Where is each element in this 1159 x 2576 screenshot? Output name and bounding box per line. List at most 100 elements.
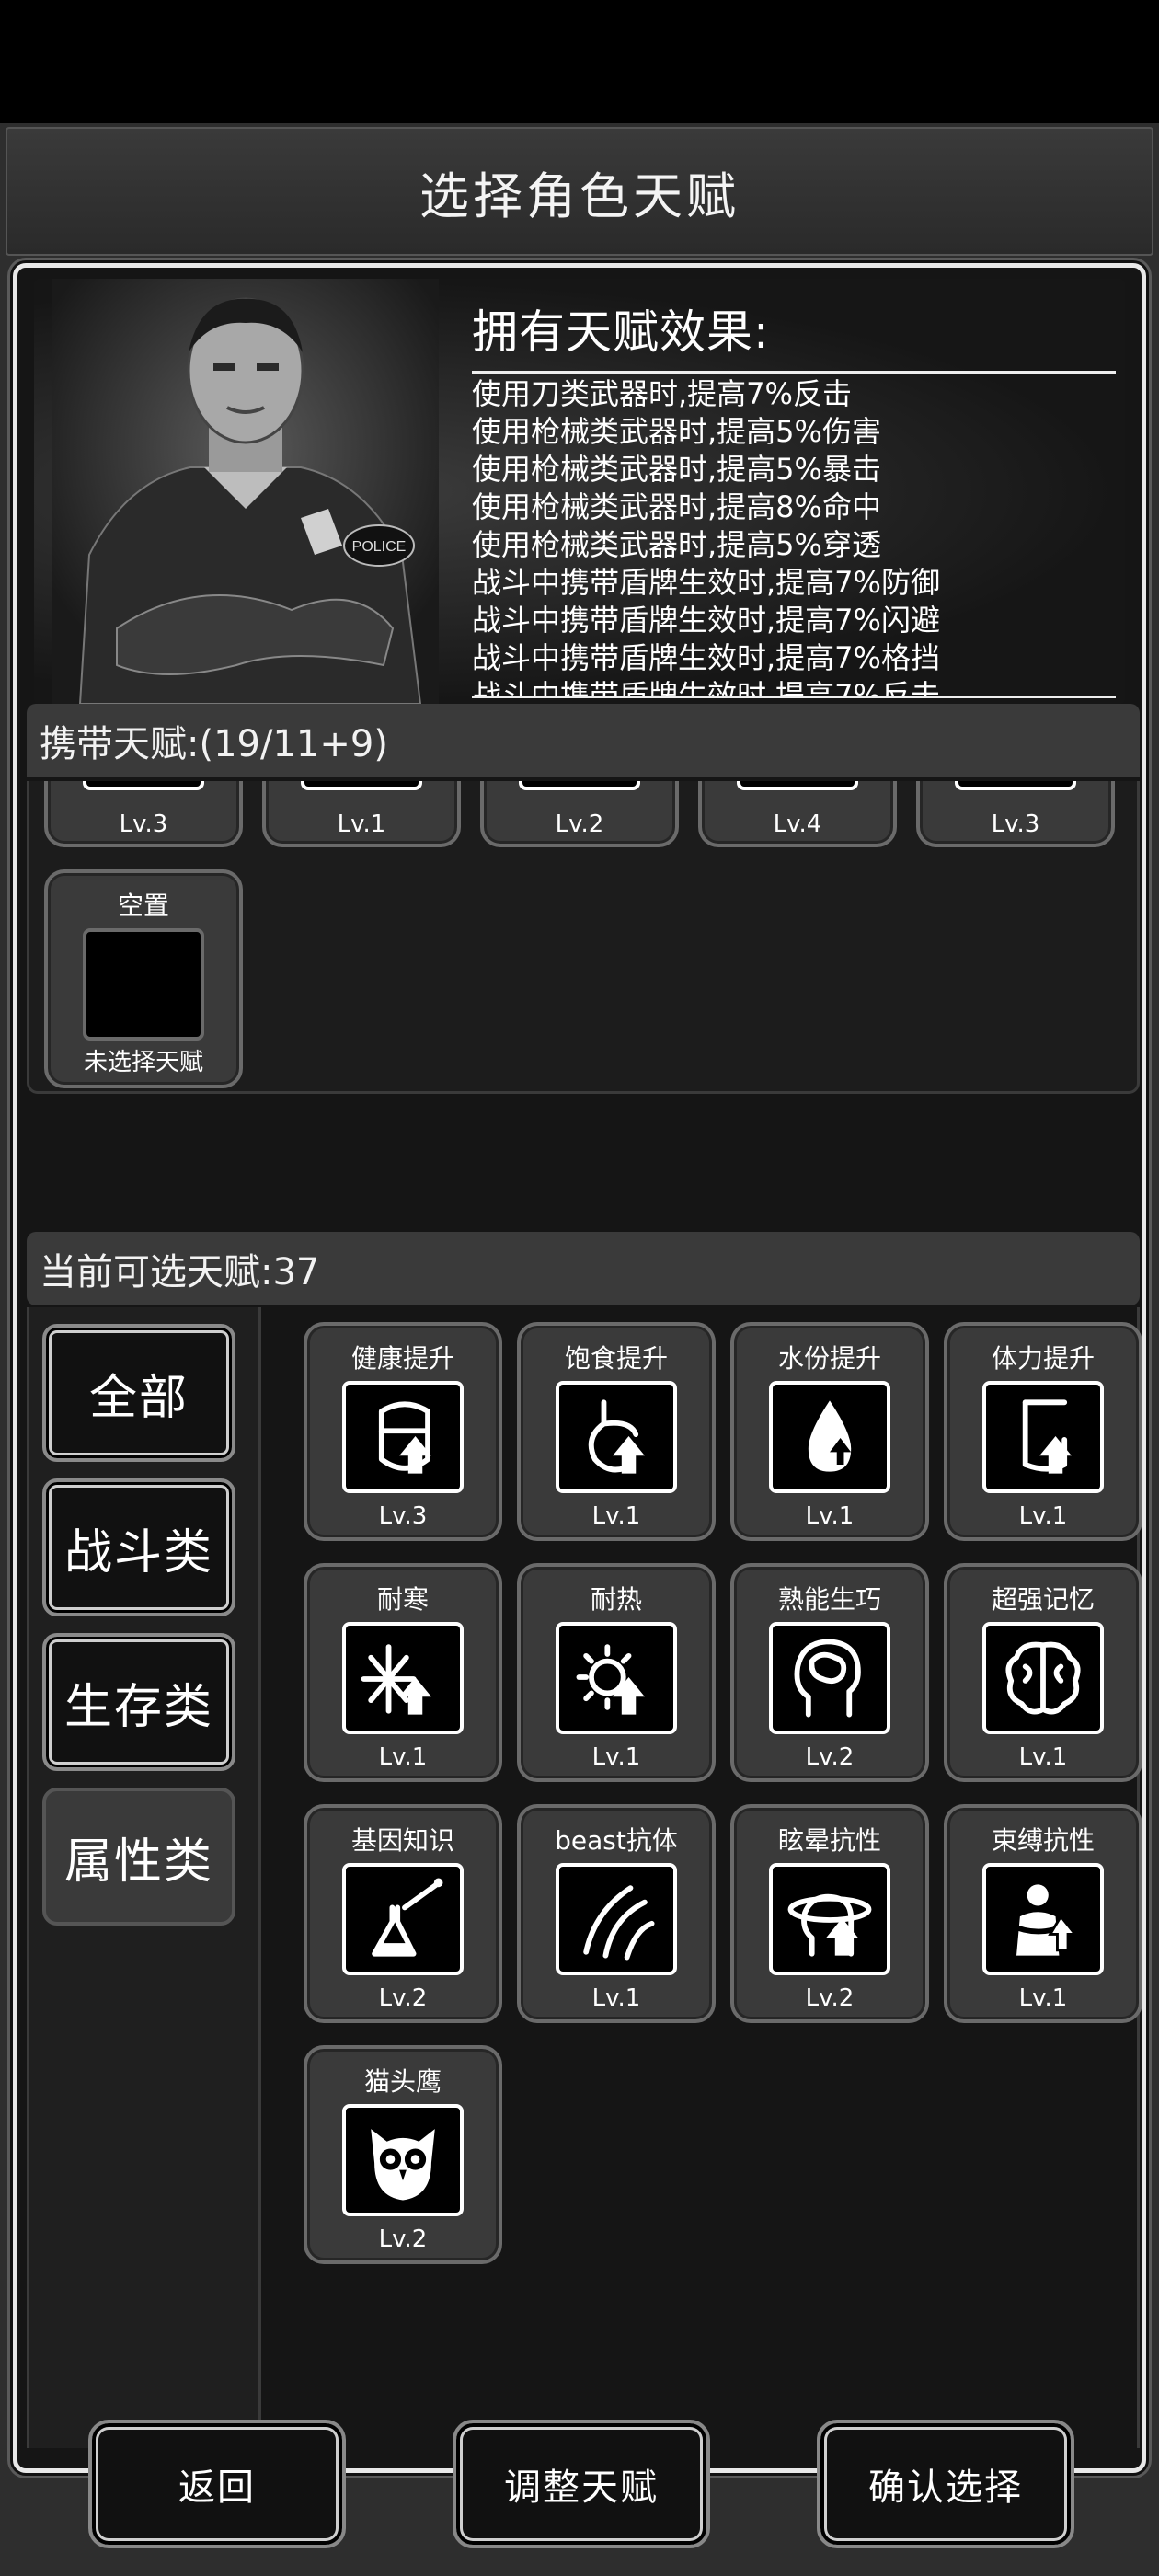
carried-talent-card[interactable]: Lv.3 [916, 781, 1115, 847]
talent-icon [519, 781, 640, 790]
talent-name: 束缚抗性 [991, 1825, 1095, 1856]
carried-talent-card[interactable]: Lv.3 [44, 781, 243, 847]
status-bar [0, 0, 1159, 123]
talent-name: 眩晕抗性 [777, 1825, 881, 1856]
talent-card[interactable]: 水份提升 Lv.1 [730, 1322, 929, 1541]
category-tab[interactable]: 战斗类 [42, 1478, 235, 1616]
category-tab-label: 全部 [88, 1370, 189, 1426]
talent-card[interactable]: 超强记忆 Lv.1 [944, 1563, 1142, 1782]
talent-level: Lv.4 [773, 811, 822, 838]
carried-talents-list[interactable]: 空置 未选择天赋 Lv.3 Lv.1 Lv.2 Lv.4 Lv.3 [27, 781, 1140, 1094]
category-tab[interactable]: 全部 [42, 1324, 235, 1462]
talent-card[interactable]: 束缚抗性 Lv.1 [944, 1804, 1142, 2023]
confirm-button[interactable]: 确认选择 [817, 2420, 1074, 2548]
talent-level: Lv.1 [337, 811, 386, 838]
talent-card[interactable]: 健康提升 Lv.3 [304, 1322, 502, 1541]
talent-card[interactable]: 耐寒 Lv.1 [304, 1563, 502, 1782]
effect-line: 战斗中携带盾牌生效时,提高7%反击 [472, 678, 940, 696]
effect-line: 使用枪械类武器时,提高5%穿透 [472, 527, 881, 562]
talent-card[interactable]: 眩晕抗性 Lv.2 [730, 1804, 929, 2023]
back-button[interactable]: 返回 [88, 2420, 346, 2548]
talent-grid[interactable]: 健康提升 Lv.3 饱食提升 Lv.1 水份提升 Lv.1 体力提升 Lv.1 耐寒 Lv.1 耐热… [270, 1307, 1142, 2448]
talent-card[interactable]: beast抗体 Lv.1 [517, 1804, 716, 2023]
adjust-button-label: 调整天赋 [504, 2467, 659, 2509]
talent-level: Lv.1 [1018, 1502, 1068, 1530]
empty-slot-label: 未选择天赋 [83, 1049, 203, 1076]
page-title: 选择角色天赋 [419, 167, 740, 225]
category-tab[interactable]: 属性类 [42, 1788, 235, 1926]
available-header: 当前可选天赋:37 [27, 1232, 1140, 1305]
talent-name: 耐寒 [376, 1584, 429, 1615]
effects-panel: 拥有天赋效果: 使用刀类武器时,提高7%反击 使用枪械类武器时,提高5%伤害 使用枪… [472, 295, 1116, 698]
talent-icon [737, 781, 858, 790]
heat-resist-icon [556, 1622, 677, 1734]
bottom-bar: 返回 调整天赋 确认选择 [0, 2420, 1159, 2576]
dizzy-icon [769, 1863, 890, 1975]
talent-name: 水份提升 [777, 1343, 881, 1374]
talent-card[interactable]: 体力提升 Lv.1 [944, 1322, 1142, 1541]
available-header-label: 当前可选天赋:37 [40, 1251, 320, 1294]
brain-head-icon [769, 1622, 890, 1734]
talent-level: Lv.2 [378, 2225, 428, 2253]
talent-name: beast抗体 [555, 1825, 678, 1856]
talent-name: 熟能生巧 [777, 1584, 881, 1615]
talent-level: Lv.2 [805, 1984, 855, 2012]
talent-level: Lv.1 [1018, 1984, 1068, 2012]
effects-list[interactable]: 使用刀类武器时,提高7%反击 使用枪械类武器时,提高5%伤害 使用枪械类武器时,提高… [472, 371, 1116, 698]
talent-level: Lv.3 [378, 1502, 428, 1530]
talent-level: Lv.3 [119, 811, 168, 838]
talent-icon [83, 781, 204, 790]
effects-heading: 拥有天赋效果: [472, 305, 770, 359]
carried-talent-card[interactable]: Lv.2 [480, 781, 679, 847]
effect-line: 使用枪械类武器时,提高8%命中 [472, 489, 881, 524]
talent-level: Lv.2 [805, 1743, 855, 1771]
stomach-up-icon [556, 1381, 677, 1493]
empty-talent-slot[interactable]: 空置 未选择天赋 [44, 869, 243, 1088]
adjust-talents-button[interactable]: 调整天赋 [453, 2420, 710, 2548]
talent-name: 超强记忆 [991, 1584, 1095, 1615]
category-column: 全部战斗类生存类属性类 [29, 1307, 261, 2448]
water-up-icon [769, 1381, 890, 1493]
owl-icon [342, 2104, 464, 2216]
character-hero: POLICE 拥有天赋效果: 使用刀类武器时,提高7%反击 使用枪械类武器时,提高… [34, 279, 1125, 704]
carried-talent-card[interactable]: Lv.1 [262, 781, 461, 847]
talent-level: Lv.1 [805, 1502, 855, 1530]
talent-level: Lv.1 [1018, 1743, 1068, 1771]
talent-icon [955, 781, 1076, 790]
health-up-icon [342, 1381, 464, 1493]
talent-name: 饱食提升 [564, 1343, 668, 1374]
confirm-button-label: 确认选择 [868, 2467, 1023, 2509]
police-patch: POLICE [352, 539, 407, 555]
carried-talent-card[interactable]: Lv.4 [698, 781, 897, 847]
talent-name: 体力提升 [991, 1343, 1095, 1374]
talent-card[interactable]: 基因知识 Lv.2 [304, 1804, 502, 2023]
effect-line: 战斗中携带盾牌生效时,提高7%闪避 [472, 603, 940, 638]
talent-card[interactable]: 猫头鹰 Lv.2 [304, 2045, 502, 2264]
available-section: 全部 战斗类 生存类 属性类 健康提升 Lv.3 饱食提升 Lv.1 水份提升 Lv.1 体力提升… [27, 1307, 1142, 2448]
talent-level: Lv.1 [591, 1984, 641, 2012]
talent-level: Lv.1 [378, 1743, 428, 1771]
character-portrait: POLICE [52, 279, 439, 704]
stamina-up-icon [982, 1381, 1104, 1493]
category-tab-label: 属性类 [63, 1834, 213, 1890]
effect-line: 使用枪械类武器时,提高5%伤害 [472, 414, 881, 449]
effect-line: 战斗中携带盾牌生效时,提高7%防御 [472, 565, 940, 600]
talent-card[interactable]: 耐热 Lv.1 [517, 1563, 716, 1782]
title-bar: 选择角色天赋 [6, 127, 1153, 256]
talent-card[interactable]: 熟能生巧 Lv.2 [730, 1563, 929, 1782]
flask-icon [342, 1863, 464, 1975]
effect-line: 使用枪械类武器时,提高5%暴击 [472, 452, 881, 487]
claw-icon [556, 1863, 677, 1975]
talent-level: Lv.2 [378, 1984, 428, 2012]
category-tab[interactable]: 生存类 [42, 1633, 235, 1771]
bind-icon [982, 1863, 1104, 1975]
talent-name: 猫头鹰 [363, 2066, 442, 2097]
talent-name: 基因知识 [350, 1825, 454, 1856]
carried-header-label: 携带天赋:(19/11+9) [40, 723, 388, 765]
talent-card[interactable]: 饱食提升 Lv.1 [517, 1322, 716, 1541]
talent-level: Lv.2 [555, 811, 604, 838]
main-panel: POLICE 拥有天赋效果: 使用刀类武器时,提高7%反击 使用枪械类武器时,提高… [13, 263, 1146, 2473]
effect-line: 战斗中携带盾牌生效时,提高7%格挡 [472, 640, 940, 675]
category-tab-label: 生存类 [63, 1679, 213, 1735]
cold-resist-icon [342, 1622, 464, 1734]
